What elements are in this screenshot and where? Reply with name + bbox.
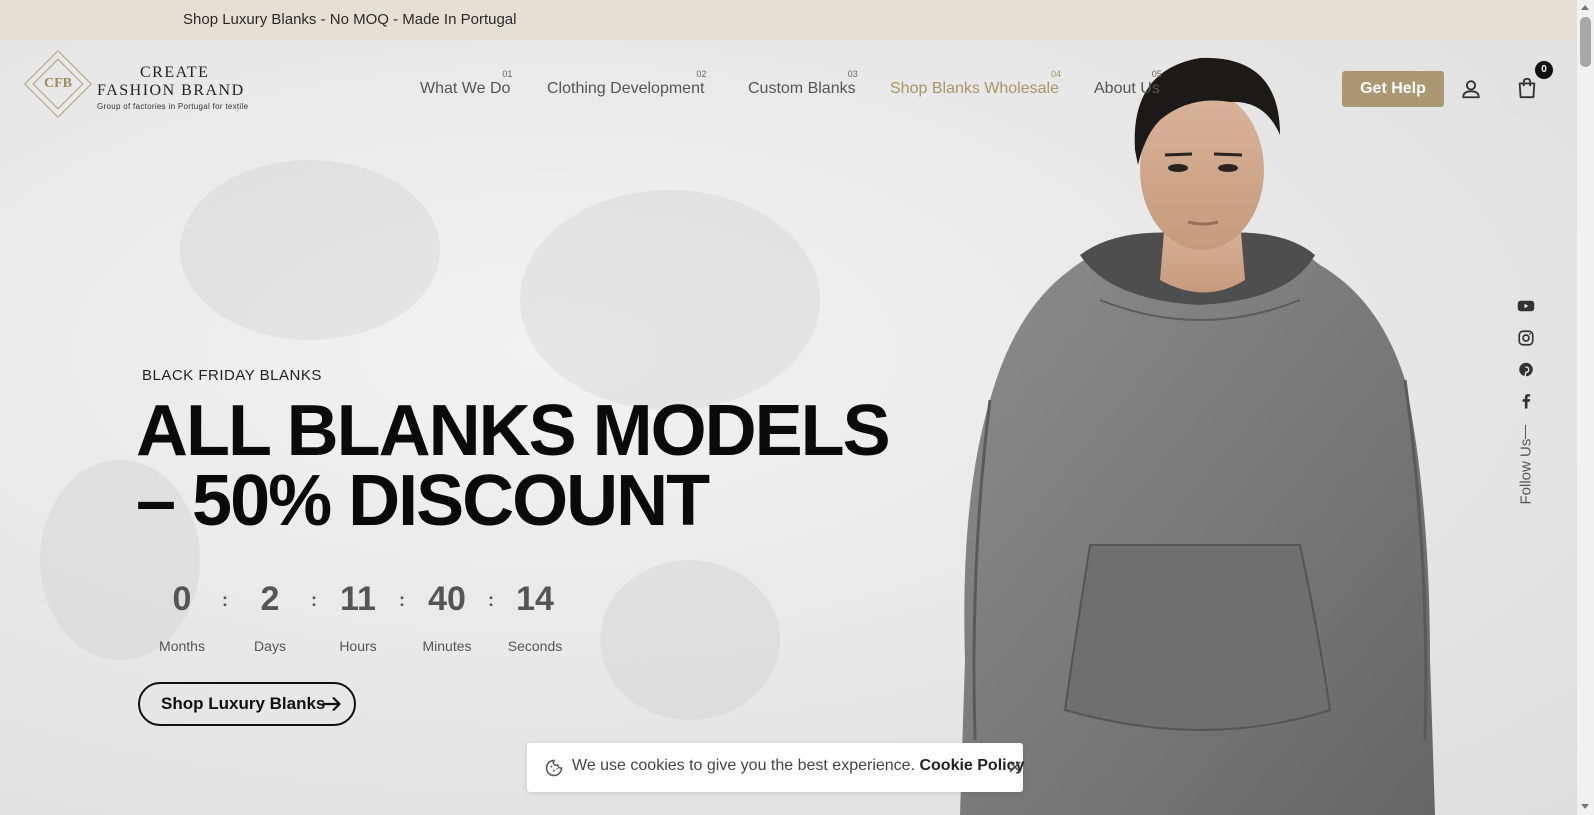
logo-monogram: CFB <box>44 76 72 91</box>
nav-clothing-development[interactable]: Clothing Development 02 <box>547 69 706 98</box>
announcement-bar: Shop Luxury Blanks - No MOQ - Made In Po… <box>0 0 1577 40</box>
model-hoodie-image <box>960 57 1435 815</box>
follow-divider <box>1525 425 1526 439</box>
logo-tagline: Group of factories in Portugal for texti… <box>97 102 249 111</box>
logo-line1: CREATE <box>140 64 210 81</box>
cookie-banner: We use cookies to give you the best expe… <box>527 743 1024 792</box>
countdown-days-label: Days <box>254 638 286 654</box>
countdown-hours-value: 11 <box>340 580 376 618</box>
scroll-down-arrow[interactable] <box>1581 804 1589 809</box>
get-help-button[interactable]: Get Help <box>1342 71 1444 107</box>
countdown-seconds-value: 14 <box>516 580 554 618</box>
page-scrollbar[interactable] <box>1577 0 1594 815</box>
countdown-separator: : <box>399 590 405 610</box>
facebook-icon[interactable] <box>1517 392 1535 410</box>
countdown-seconds-label: Seconds <box>507 638 563 654</box>
countdown-separator: : <box>488 590 494 610</box>
scrollbar-thumb[interactable] <box>1580 17 1591 67</box>
nav-shop-blanks-wholesale[interactable]: Shop Blanks Wholesale 04 <box>890 69 1061 98</box>
follow-us-label: Follow Us <box>1517 438 1535 505</box>
countdown-days-value: 2 <box>260 580 280 618</box>
brand-logo[interactable]: CFB CREATE FASHION BRAND Group of factor… <box>24 50 268 120</box>
close-icon[interactable] <box>1007 759 1023 775</box>
hero-kicker: BLACK FRIDAY BLANKS <box>142 367 322 384</box>
countdown-minutes-value: 40 <box>428 580 466 618</box>
countdown-separator: : <box>311 590 317 610</box>
hero-headline: ALL BLANKS MODELS – 50% DISCOUNT <box>136 391 891 541</box>
nav-what-we-do[interactable]: What We Do 01 <box>420 69 512 98</box>
logo-line2: FASHION BRAND <box>97 82 245 99</box>
countdown-separator: : <box>222 590 228 610</box>
shopping-bag-icon <box>1518 77 1536 99</box>
nav-about-us[interactable]: About Us 05 <box>1094 69 1162 98</box>
cookie-icon <box>545 759 563 777</box>
announcement-text: Shop Luxury Blanks - No MOQ - Made In Po… <box>183 11 517 28</box>
cart-button[interactable]: 0 <box>1499 61 1555 117</box>
cookie-message: We use cookies to give you the best expe… <box>572 757 916 774</box>
countdown-hours-label: Hours <box>339 638 377 654</box>
countdown-months-label: Months <box>159 638 205 654</box>
scroll-up-arrow[interactable] <box>1581 5 1589 10</box>
countdown-minutes-label: Minutes <box>422 638 472 654</box>
cart-count-badge: 0 <box>1535 61 1553 79</box>
countdown-months-value: 0 <box>172 580 192 618</box>
youtube-icon[interactable] <box>1517 297 1535 315</box>
pinterest-icon[interactable] <box>1517 362 1535 380</box>
user-account-icon[interactable] <box>1460 78 1482 100</box>
instagram-icon[interactable] <box>1517 329 1535 347</box>
arrow-right-icon <box>322 697 341 711</box>
nav-custom-blanks[interactable]: Custom Blanks 03 <box>748 69 858 98</box>
shop-luxury-blanks-button[interactable]: Shop Luxury Blanks <box>138 682 356 726</box>
